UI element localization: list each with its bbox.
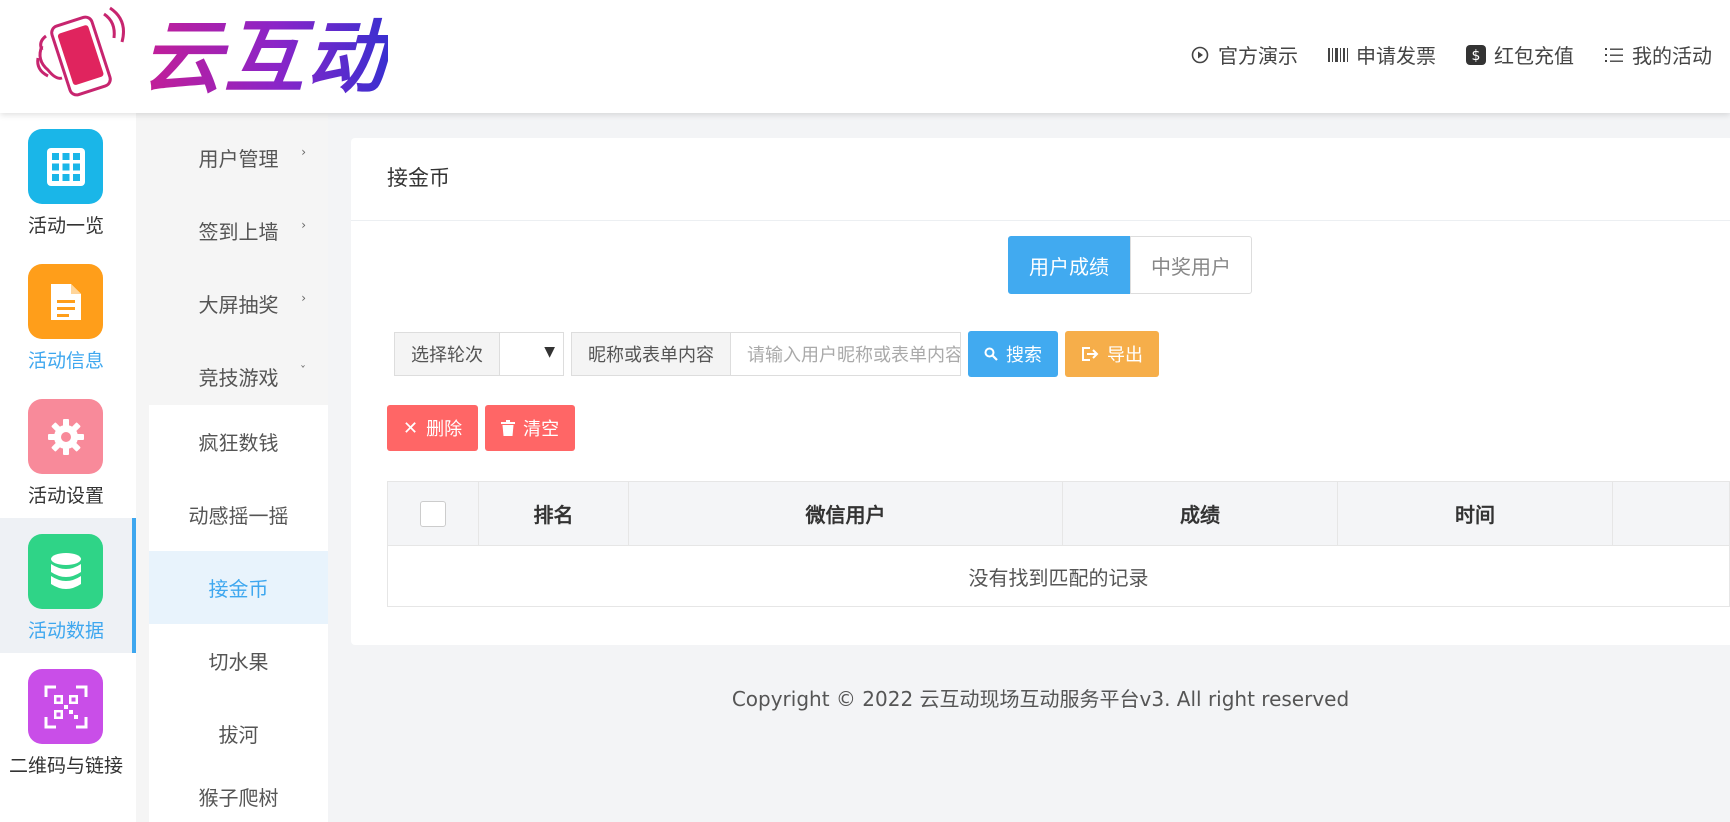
export-button[interactable]: 导出	[1065, 331, 1159, 377]
round-select-label: 选择轮次	[394, 332, 500, 376]
delete-button[interactable]: ✕ 删除	[387, 405, 479, 451]
select-all-checkbox[interactable]	[420, 500, 446, 527]
nav-official-demo[interactable]: 官方演示	[1190, 40, 1298, 69]
sidebar-item-label: 活动信息	[27, 350, 104, 372]
column-header-score[interactable]: 成绩	[1063, 482, 1338, 545]
caret-down-icon: ▼	[544, 344, 555, 360]
top-header: 云互动 官方演示 申请发票 $ 红包充值 我的活动	[0, 0, 1730, 113]
brand-name: 云互动	[142, 8, 388, 108]
search-button[interactable]: 搜索	[968, 331, 1058, 377]
nav-label: 官方演示	[1218, 44, 1298, 68]
trash-icon	[501, 420, 516, 436]
chevron-right-icon: ›	[301, 145, 306, 159]
select-all-cell	[388, 482, 479, 545]
submenu-item-label: 猴子爬树	[198, 785, 279, 810]
sidebar-item-qrcode-links[interactable]: 二维码与链接	[0, 653, 136, 788]
keyword-search-input[interactable]: 请输入用户昵称或表单内容	[731, 332, 961, 376]
database-icon	[28, 534, 103, 609]
empty-table-message: 没有找到匹配的记录	[968, 565, 1149, 590]
submenu-group-label: 用户管理	[198, 147, 279, 171]
submenu-item-tug-of-war[interactable]: 拔河	[149, 697, 328, 770]
column-header-wechat-user[interactable]: 微信用户	[629, 482, 1063, 545]
qrcode-icon	[28, 669, 103, 744]
submenu-group-label: 签到上墙	[198, 220, 279, 244]
page-title: 接金币	[387, 166, 450, 190]
nav-label: 红包充值	[1494, 44, 1574, 68]
submenu-group-competitive-games[interactable]: 竞技游戏 ˇ	[149, 340, 328, 413]
submenu-item-catch-coins[interactable]: 接金币	[149, 551, 328, 624]
document-icon	[28, 264, 103, 339]
filter-bar: 选择轮次 ▼ 昵称或表单内容 请输入用户昵称或表单内容 搜索 导出	[394, 331, 1159, 377]
submenu-group-label: 大屏抽奖	[198, 293, 279, 317]
dollar-icon: $	[1466, 44, 1486, 65]
submenu-item-shake[interactable]: 动感摇一摇	[149, 478, 328, 551]
chevron-right-icon: ›	[301, 291, 306, 305]
sub-menu: 用户管理 › 签到上墙 › 大屏抽奖 › 竞技游戏 ˇ 疯狂数钱 动感摇一摇 接…	[136, 113, 328, 822]
top-nav: 官方演示 申请发票 $ 红包充值 我的活动	[1190, 40, 1712, 69]
gear-icon	[28, 399, 103, 474]
close-icon: ✕	[403, 417, 419, 439]
nav-apply-invoice[interactable]: 申请发票	[1328, 40, 1436, 69]
submenu-item-label: 拔河	[218, 723, 259, 747]
chevron-right-icon: ›	[301, 218, 306, 232]
table-header: 排名 微信用户 成绩 时间	[388, 482, 1729, 546]
bulk-actions: ✕ 删除 清空	[387, 405, 576, 451]
search-button-label: 搜索	[1006, 345, 1042, 366]
submenu-item-cut-fruit[interactable]: 切水果	[149, 624, 328, 697]
play-circle-icon	[1190, 45, 1210, 65]
clear-button[interactable]: 清空	[485, 405, 576, 451]
copyright-footer: Copyright © 2022 云互动现场互动服务平台v3. All righ…	[731, 687, 1350, 711]
submenu-item-monkey-climb[interactable]: 猴子爬树	[149, 770, 328, 822]
sidebar-item-activity-info[interactable]: 活动信息	[0, 248, 136, 383]
sidebar-item-activity-overview[interactable]: 活动一览	[0, 113, 136, 248]
scores-table: 排名 微信用户 成绩 时间 没有找到匹配的记录	[387, 481, 1730, 607]
nav-label: 我的活动	[1632, 44, 1712, 68]
keyword-input-label: 昵称或表单内容	[571, 332, 731, 376]
result-tabs: 用户成绩 中奖用户	[1008, 236, 1252, 294]
submenu-group-checkin-wall[interactable]: 签到上墙 ›	[149, 194, 328, 267]
submenu-item-label: 疯狂数钱	[198, 431, 279, 455]
divider	[351, 220, 1730, 221]
clear-button-label: 清空	[523, 419, 560, 440]
search-icon	[984, 347, 998, 361]
chevron-down-icon: ˇ	[300, 364, 306, 378]
column-header-extra	[1613, 482, 1729, 545]
nav-red-packet-recharge[interactable]: $ 红包充值	[1466, 40, 1574, 69]
content-panel: 接金币 用户成绩 中奖用户 选择轮次 ▼ 昵称或表单内容 请输入用户昵称或表单内…	[351, 138, 1730, 645]
sidebar-item-label: 活动一览	[27, 215, 104, 237]
column-header-rank[interactable]: 排名	[479, 482, 629, 545]
grid-icon	[28, 129, 103, 204]
tab-winning-users[interactable]: 中奖用户	[1130, 236, 1252, 294]
column-header-time[interactable]: 时间	[1338, 482, 1613, 545]
sidebar-item-label: 二维码与链接	[8, 755, 123, 777]
phone-logo-icon	[36, 6, 125, 97]
list-icon	[1604, 45, 1624, 65]
barcode-icon	[1328, 45, 1348, 65]
submenu-group-label: 竞技游戏	[198, 366, 279, 390]
delete-button-label: 删除	[426, 419, 463, 440]
sidebar-item-label: 活动数据	[27, 620, 104, 642]
brand-logo[interactable]: 云互动	[32, 6, 402, 106]
main-sidebar: 活动一览 活动信息 活动设置 活动数据 二维码与链接	[0, 113, 136, 822]
submenu-group-big-screen-lottery[interactable]: 大屏抽奖 ›	[149, 267, 328, 340]
submenu-item-label: 动感摇一摇	[188, 504, 289, 528]
tab-user-scores[interactable]: 用户成绩	[1008, 236, 1130, 294]
export-button-label: 导出	[1107, 345, 1143, 366]
round-select[interactable]: ▼	[500, 332, 564, 376]
submenu-item-crazy-money[interactable]: 疯狂数钱	[149, 405, 328, 478]
submenu-item-label: 切水果	[208, 650, 269, 674]
nav-my-activities[interactable]: 我的活动	[1604, 40, 1712, 69]
export-icon	[1082, 347, 1099, 361]
sidebar-item-activity-settings[interactable]: 活动设置	[0, 383, 136, 518]
sidebar-item-label: 活动设置	[27, 485, 104, 507]
nav-label: 申请发票	[1356, 44, 1436, 68]
svg-text:$: $	[1472, 48, 1481, 64]
submenu-group-user-management[interactable]: 用户管理 ›	[149, 121, 328, 194]
sidebar-item-activity-data[interactable]: 活动数据	[0, 518, 136, 653]
submenu-item-label: 接金币	[208, 577, 269, 601]
